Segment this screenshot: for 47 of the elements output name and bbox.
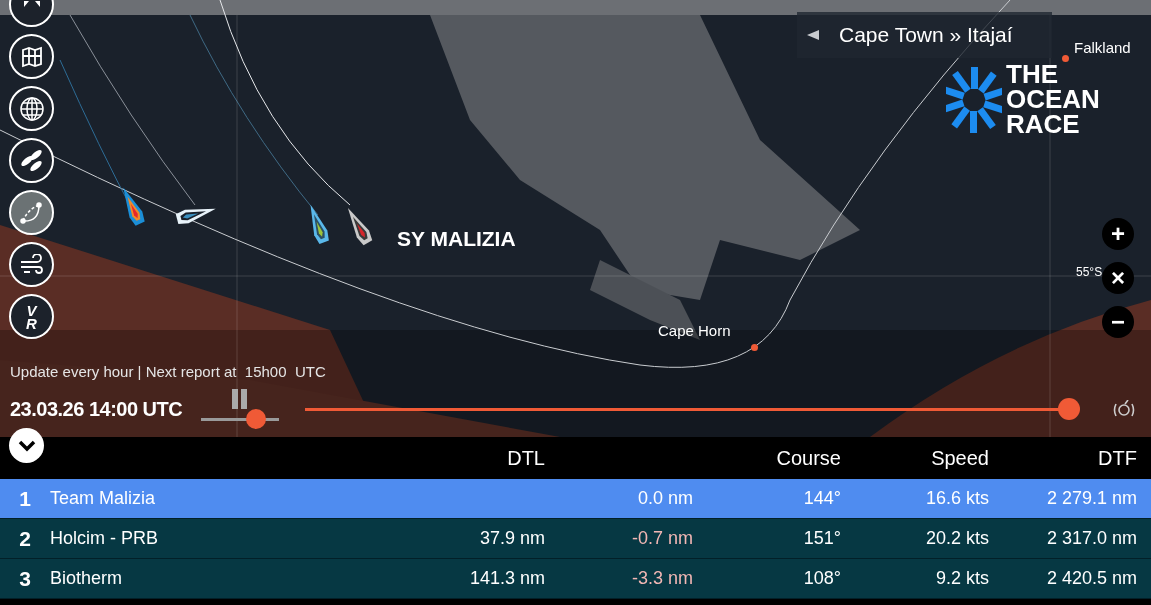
map-icon [19, 44, 44, 69]
place-label: Falkland [1074, 38, 1131, 58]
logo-icon [946, 64, 1002, 135]
table-cell: 2 317.0 nm [1046, 528, 1137, 548]
chevron-down-icon [17, 439, 36, 452]
table-cell: 9.2 kts [935, 568, 989, 588]
table-cell: 16.6 kts [925, 488, 989, 508]
vr-logo: VR [25, 303, 39, 330]
speed-slider[interactable] [201, 409, 279, 429]
signal-icon[interactable] [1111, 400, 1137, 418]
route-icon [18, 199, 45, 226]
update-note: Update every hour | Next report at 15h00 UTC [10, 361, 327, 382]
table-cell: 37.9 nm [479, 528, 545, 548]
team-name: Biotherm [50, 567, 124, 590]
pause-icon[interactable] [231, 389, 249, 409]
leaderboard-row[interactable]: 2 Holcim - PRB 37.9 nm -0.7 nm 151° 20.2 kts 2 317.0 nm [0, 519, 1151, 559]
leaderboard-row[interactable]: 3 Biotherm 141.3 nm -3.3 nm 108° 9.2 kts 2 420.5 nm [0, 559, 1151, 599]
team-name: Holcim - PRB [50, 527, 159, 550]
logo-text: THE OCEAN RACE [1006, 62, 1100, 137]
table-cell: -0.7 nm [631, 528, 693, 548]
latitude-label: 55°S [1076, 264, 1103, 281]
column-header[interactable]: Speed [931, 447, 989, 469]
column-header[interactable]: DTL [507, 447, 545, 469]
globe-icon [18, 95, 45, 122]
leg-selector[interactable]: Cape Town » Itajaí [797, 12, 1052, 58]
boats-icon [18, 147, 45, 174]
timeline-date: 23.03.26 14:00 UTC [10, 397, 184, 422]
table-cell: -3.3 nm [631, 568, 693, 588]
table-cell: 0.0 nm [637, 488, 693, 508]
rank-number: 1 [18, 485, 32, 512]
wind-icon [18, 253, 45, 276]
rank-number: 3 [18, 565, 32, 592]
leg-title: Cape Town » Itajaí [839, 22, 1013, 49]
table-cell: 2 279.1 nm [1046, 488, 1137, 508]
left-arrow-icon [807, 30, 819, 40]
column-header[interactable]: DTF [1098, 447, 1137, 469]
rank-number: 2 [18, 525, 32, 552]
column-header[interactable]: Course [776, 447, 841, 469]
boat-label: SY MALIZIA [397, 226, 516, 252]
table-cell: 20.2 kts [925, 528, 989, 548]
table-cell: 108° [803, 568, 841, 588]
place-label: Cape Horn [658, 321, 731, 341]
table-cell: 2 420.5 nm [1046, 568, 1137, 588]
team-name: Team Malizia [50, 487, 157, 510]
table-cell: 144° [803, 488, 841, 508]
table-cell: 141.3 nm [469, 568, 545, 588]
table-cell: 151° [803, 528, 841, 548]
